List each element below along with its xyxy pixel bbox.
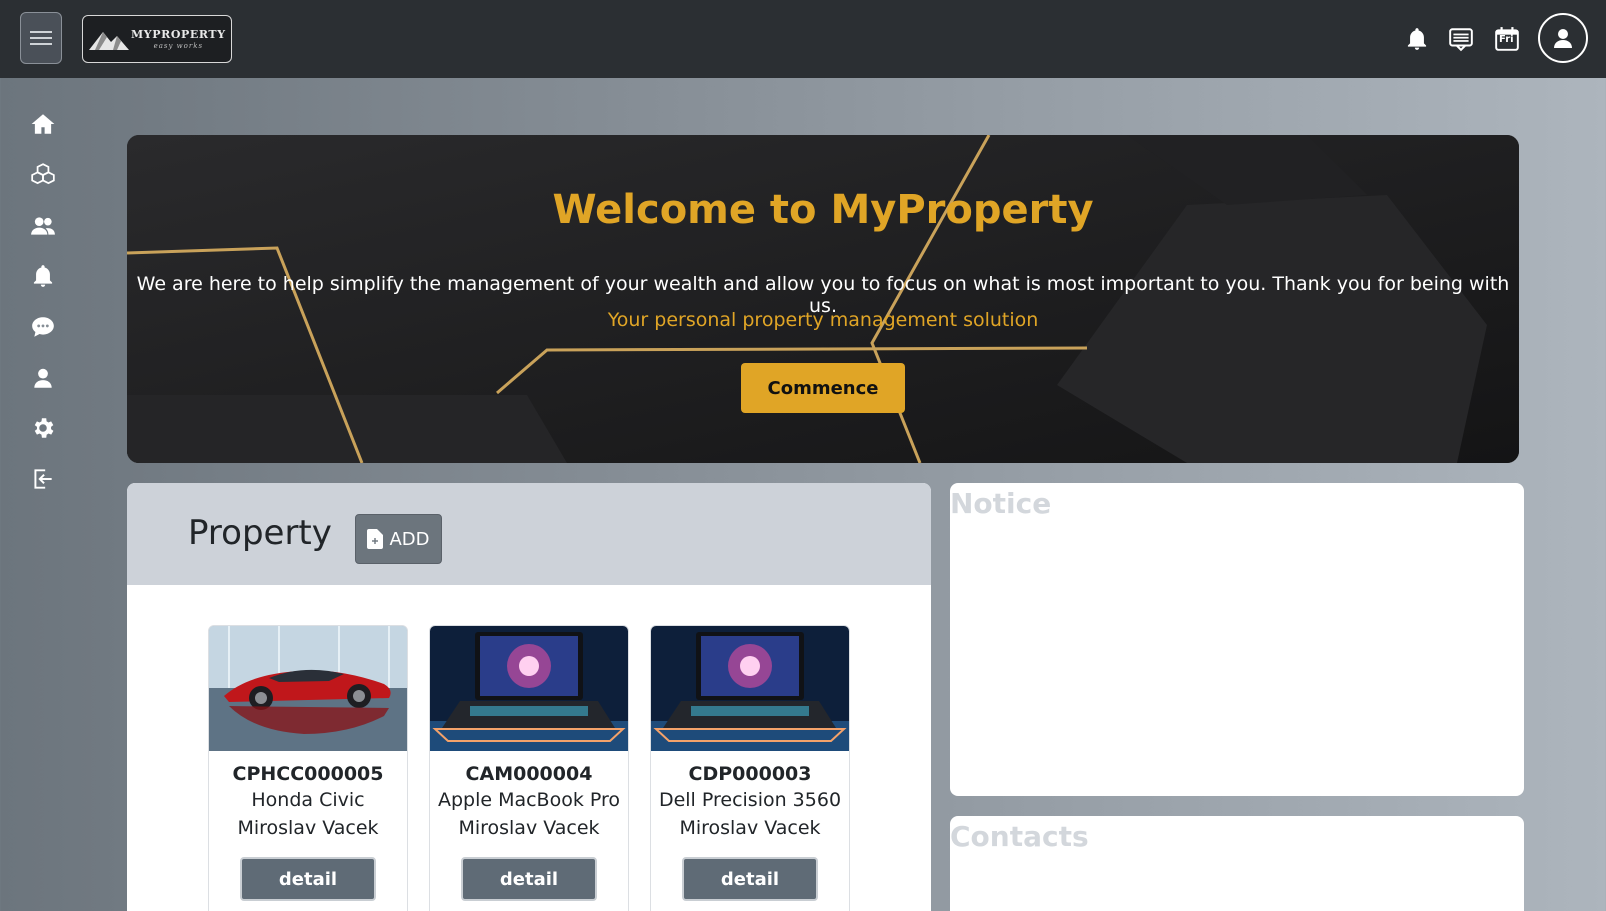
property-code: CDP000003 [688, 763, 812, 785]
welcome-banner: Welcome to MyProperty We are here to hel… [127, 135, 1519, 463]
users-icon [31, 217, 55, 235]
boxes-icon [31, 163, 55, 185]
sidebar-item-properties[interactable] [28, 160, 58, 190]
notice-panel: Notice [950, 483, 1524, 796]
add-property-button[interactable]: ADD [355, 514, 442, 564]
mountain-logo-icon [89, 32, 129, 50]
property-panel: Property ADD CPHCC000005 Honda Civic Mir… [127, 483, 931, 911]
hamburger-icon [30, 31, 52, 45]
sidebar [0, 78, 86, 911]
detail-button[interactable]: detail [682, 857, 818, 901]
property-owner: Miroslav Vacek [458, 817, 600, 839]
sidebar-item-settings[interactable] [28, 413, 58, 443]
laptop-thumbnail [430, 626, 628, 751]
home-icon [31, 114, 55, 134]
sidebar-item-notifications[interactable] [28, 261, 58, 291]
logo-main-text: MYPROPERTY [131, 28, 226, 41]
calendar-button[interactable]: Fri [1493, 25, 1521, 53]
contacts-panel: Contacts [950, 816, 1524, 911]
sidebar-item-users[interactable] [28, 211, 58, 241]
bell-icon [33, 265, 53, 287]
calendar-day-label: Fri [1499, 34, 1514, 45]
sidebar-item-profile[interactable] [28, 363, 58, 393]
property-code: CAM000004 [465, 763, 593, 785]
property-title: Property [188, 513, 332, 553]
menu-toggle-button[interactable] [20, 12, 62, 64]
sidebar-item-logout[interactable] [28, 464, 58, 494]
property-name: Apple MacBook Pro [437, 789, 621, 811]
logo-sub-text: easy works [153, 42, 204, 50]
messages-button[interactable] [1447, 25, 1475, 53]
gear-icon [34, 418, 54, 438]
user-icon [1554, 29, 1572, 48]
user-avatar-button[interactable] [1538, 13, 1588, 63]
property-panel-header: Property ADD [127, 483, 931, 585]
chat-icon [32, 317, 54, 337]
file-add-icon [367, 529, 384, 549]
property-owner: Miroslav Vacek [237, 817, 379, 839]
add-button-label: ADD [389, 528, 430, 550]
sidebar-item-messages[interactable] [28, 312, 58, 342]
property-card: CDP000003 Dell Precision 3560 Miroslav V… [650, 625, 850, 911]
sidebar-item-home[interactable] [28, 109, 58, 139]
property-name: Dell Precision 3560 [658, 789, 842, 811]
notice-title: Notice [950, 487, 1052, 520]
laptop-thumbnail [651, 626, 849, 751]
app-logo[interactable]: MYPROPERTY easy works [82, 15, 232, 63]
user-icon [34, 368, 52, 388]
detail-button[interactable]: detail [240, 857, 376, 901]
property-code: CPHCC000005 [232, 763, 384, 785]
commence-button[interactable]: Commence [741, 363, 905, 413]
property-owner: Miroslav Vacek [679, 817, 821, 839]
bell-icon [1407, 28, 1427, 50]
detail-button[interactable]: detail [461, 857, 597, 901]
contacts-title: Contacts [950, 820, 1089, 853]
banner-title: Welcome to MyProperty [552, 187, 1094, 233]
top-navbar: MYPROPERTY easy works Fri [0, 0, 1606, 78]
message-icon [1449, 28, 1473, 52]
property-card: CAM000004 Apple MacBook Pro Miroslav Vac… [429, 625, 629, 911]
notifications-button[interactable] [1403, 25, 1431, 53]
property-name: Honda Civic [251, 789, 365, 811]
property-card: CPHCC000005 Honda Civic Miroslav Vacek d… [208, 625, 408, 911]
car-thumbnail [209, 626, 407, 751]
banner-subtitle: Your personal property management soluti… [607, 309, 1039, 331]
logout-icon [34, 469, 52, 489]
